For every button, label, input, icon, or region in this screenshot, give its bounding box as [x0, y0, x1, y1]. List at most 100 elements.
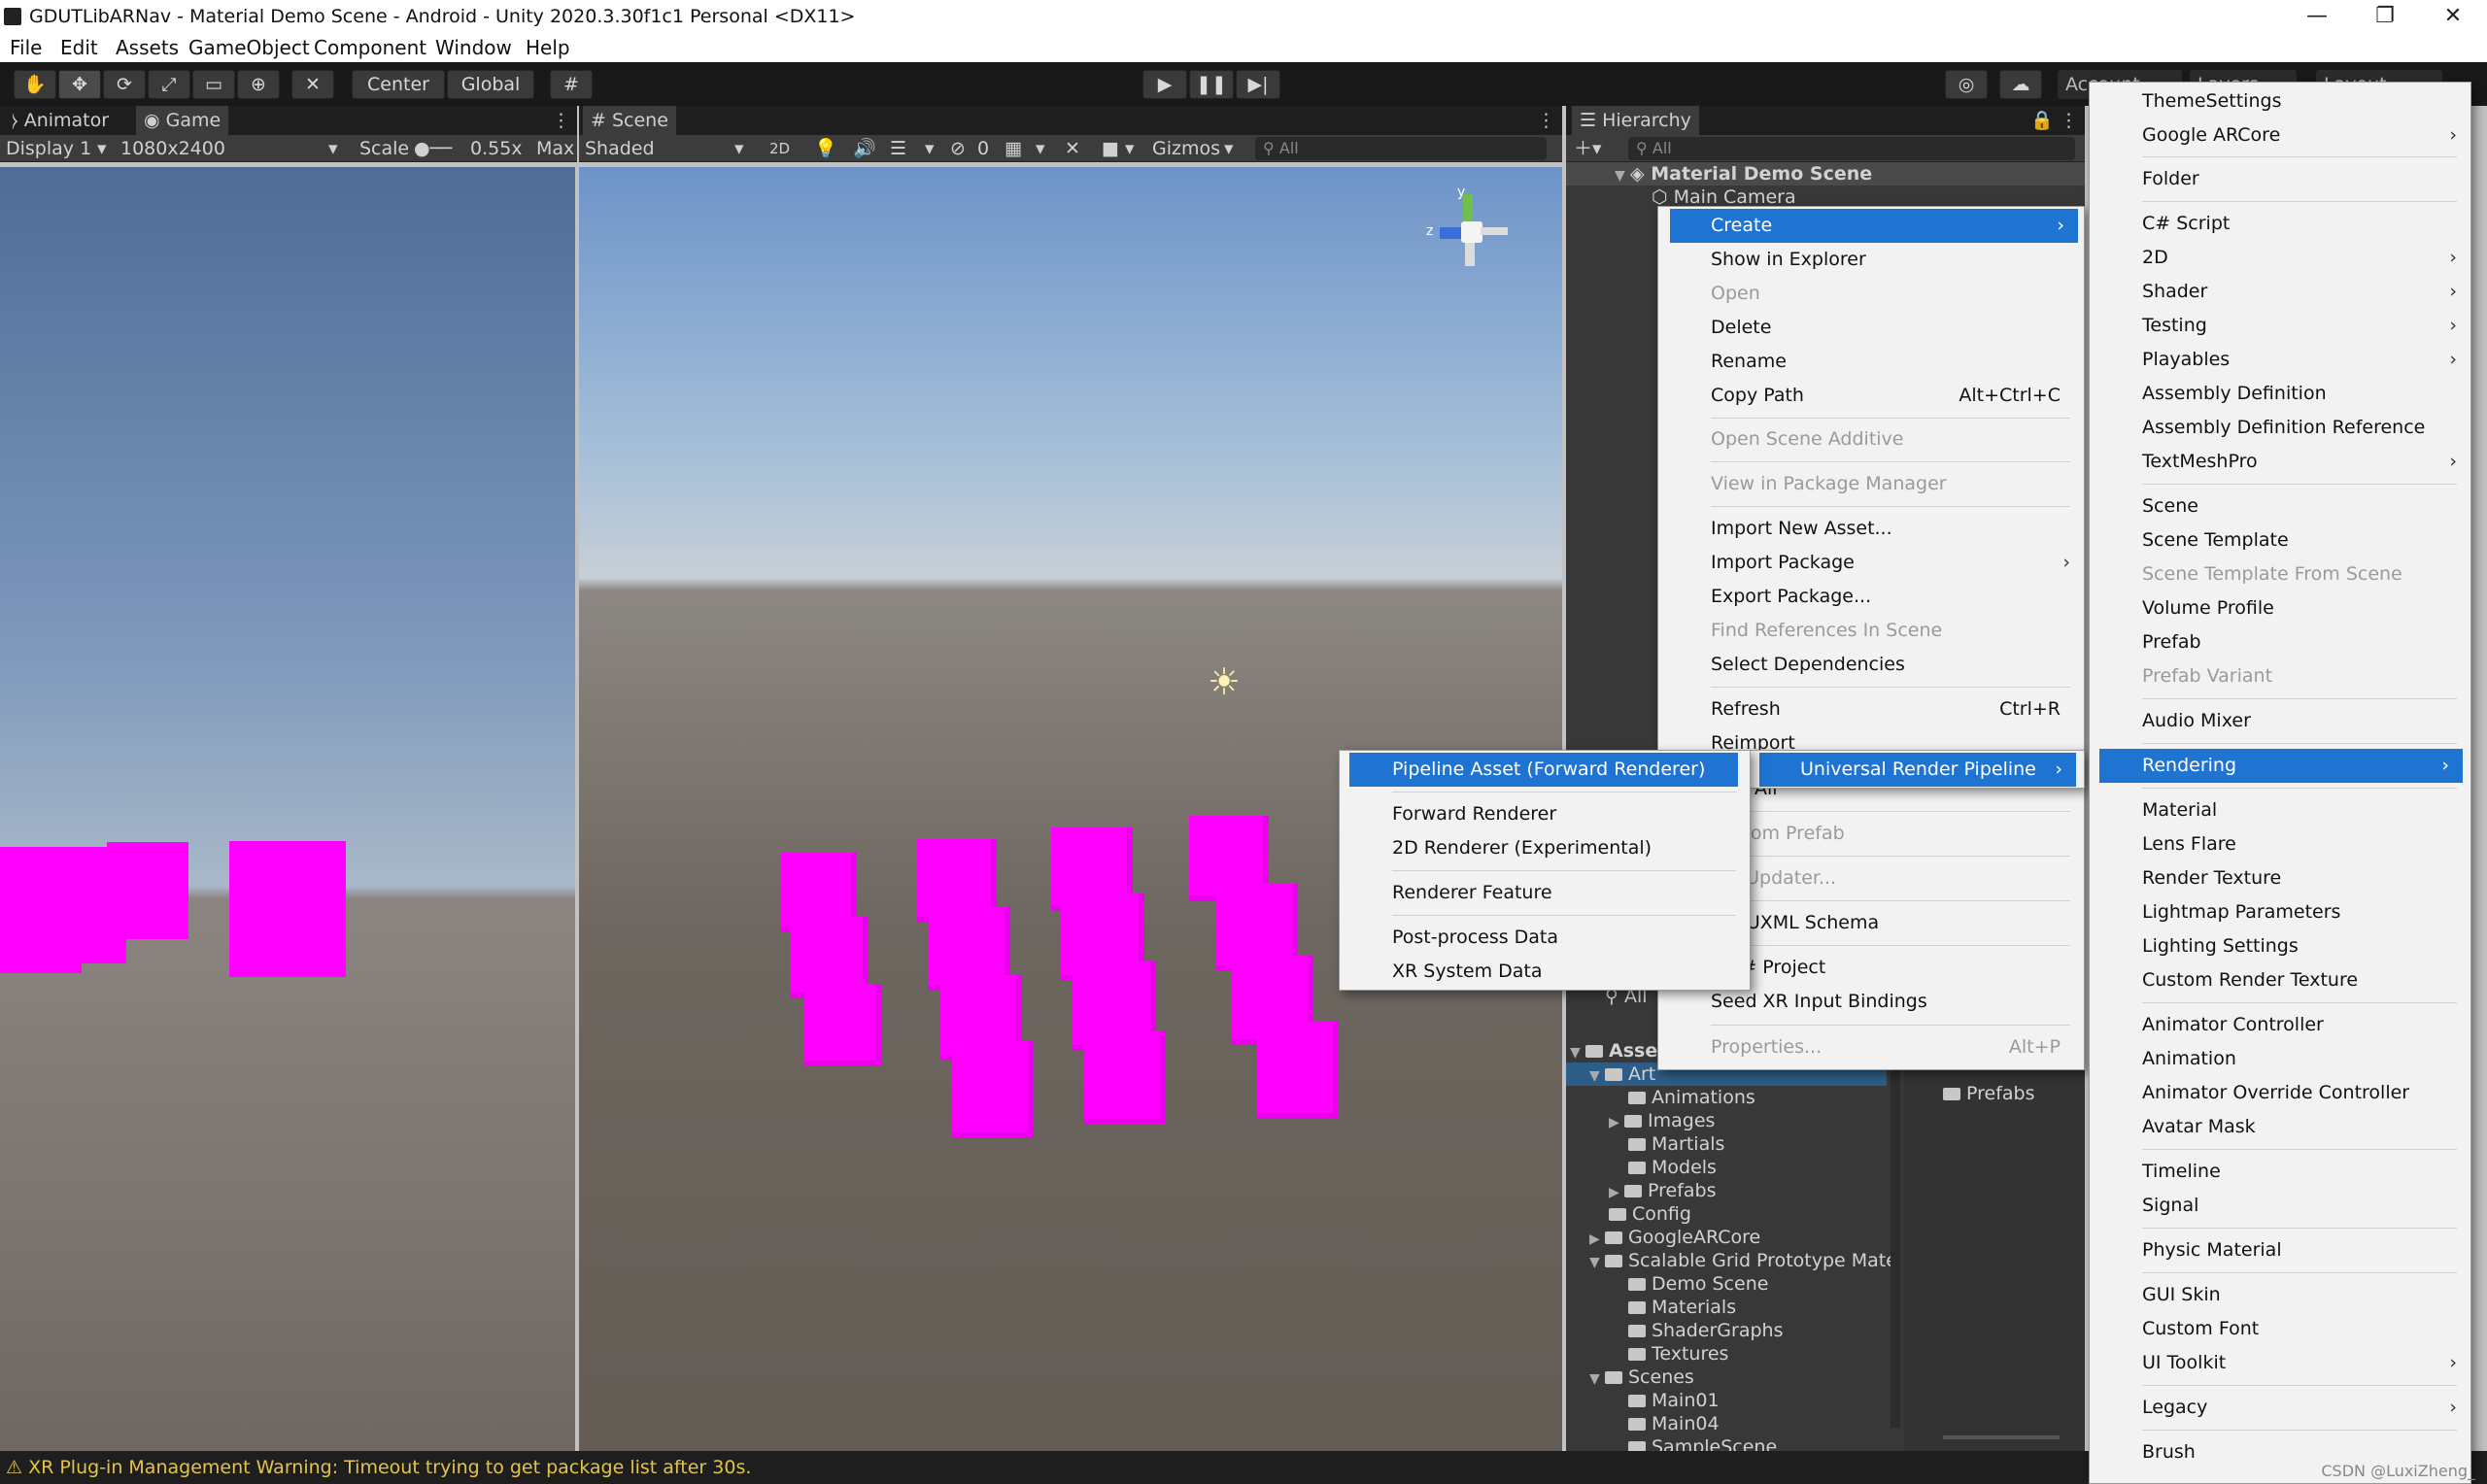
menu-item-textmeshpro[interactable]: TextMeshPro ›	[2090, 445, 2470, 479]
menu-item-export-package[interactable]: Export Package...	[1658, 580, 2084, 614]
rotate-tool-icon[interactable]: ⟳	[103, 70, 146, 99]
menu-item-folder[interactable]: Folder	[2090, 162, 2470, 196]
menu-edit[interactable]: Edit	[60, 33, 98, 62]
menu-item-refresh[interactable]: Refresh Ctrl+R	[1658, 692, 2084, 726]
maximize-toggle[interactable]: Max	[536, 135, 574, 162]
expand-arrow-icon[interactable]: ▼	[1570, 1041, 1585, 1064]
step-button[interactable]: ▶|	[1236, 70, 1280, 99]
menu-gameobject[interactable]: GameObject	[188, 33, 310, 62]
menu-item-lens-flare[interactable]: Lens Flare	[2090, 827, 2470, 861]
menu-window[interactable]: Window	[435, 33, 512, 62]
pause-button[interactable]: ❚❚	[1189, 70, 1234, 99]
menu-item-material[interactable]: Material	[2090, 793, 2470, 827]
menu-item-rename[interactable]: Rename	[1658, 345, 2084, 379]
create-plus-icon[interactable]: ＋▾	[1574, 135, 1602, 162]
menu-item-playables[interactable]: Playables ›	[2090, 343, 2470, 377]
menu-item-render-texture[interactable]: Render Texture	[2090, 861, 2470, 895]
menu-item-pipeline-asset[interactable]: Pipeline Asset (Forward Renderer)	[1349, 753, 1738, 787]
menu-item-forward-renderer[interactable]: Forward Renderer	[1340, 797, 1750, 831]
menu-item-import-new-asset[interactable]: Import New Asset...	[1658, 512, 2084, 546]
transform-tool-icon[interactable]: ⊕	[237, 70, 280, 99]
menu-item-post-process-data[interactable]: Post-process Data	[1340, 921, 1750, 955]
menu-item-custom-font[interactable]: Custom Font	[2090, 1312, 2470, 1346]
cloud-icon[interactable]: ☁	[1999, 70, 2042, 99]
menu-item-copy-path[interactable]: Copy Path Alt+Ctrl+C	[1658, 379, 2084, 413]
menu-item-universal-render-pipeline[interactable]: Universal Render Pipeline ›	[1759, 753, 2076, 787]
hierarchy-menu-icon[interactable]: ⋮	[2052, 106, 2086, 135]
gizmos-arrow-icon[interactable]: ▾	[1224, 135, 1234, 162]
menu-file[interactable]: File	[10, 33, 42, 62]
tab-animator[interactable]: ⧽ Animator	[4, 106, 117, 135]
menu-item-delete[interactable]: Delete	[1658, 311, 2084, 345]
menu-item-renderer-feature[interactable]: Renderer Feature	[1340, 876, 1750, 910]
grid-snap-icon[interactable]: #	[550, 70, 593, 99]
menu-item-create[interactable]: Create ›	[1670, 209, 2078, 243]
menu-item-shader[interactable]: Shader ›	[2090, 275, 2470, 309]
display-dropdown[interactable]: Display 1	[6, 135, 91, 162]
camera-arrow-icon[interactable]: ▾	[1125, 135, 1135, 162]
directional-light-icon[interactable]: ☀	[1205, 662, 1244, 701]
scale-slider[interactable]: ●──	[414, 135, 452, 162]
grid-arrow-icon[interactable]: ▾	[1036, 135, 1045, 162]
menu-item-lighting-settings[interactable]: Lighting Settings	[2090, 929, 2470, 963]
expand-arrow-icon[interactable]: ▼	[1589, 1367, 1605, 1391]
scale-tool-icon[interactable]: ⤢	[148, 70, 190, 99]
menu-item-import-package[interactable]: Import Package ›	[1658, 546, 2084, 580]
menu-item-ui-toolkit[interactable]: UI Toolkit ›	[2090, 1346, 2470, 1380]
camera-icon[interactable]: ■	[1102, 135, 1119, 162]
menu-item-testing[interactable]: Testing ›	[2090, 309, 2470, 343]
tab-game[interactable]: ◉ Game	[136, 106, 229, 135]
icon-size-slider[interactable]	[1943, 1435, 2060, 1439]
tab-scene[interactable]: # Scene	[583, 106, 676, 135]
menu-item-avatar-mask[interactable]: Avatar Mask	[2090, 1110, 2470, 1144]
menu-component[interactable]: Component	[314, 33, 426, 62]
menu-item-prefab-variant[interactable]: Prefab Variant	[2090, 659, 2470, 693]
minimize-button[interactable]: —	[2283, 0, 2351, 33]
tab-hierarchy[interactable]: ☰ Hierarchy	[1572, 106, 1699, 135]
menu-item-properties[interactable]: Properties... Alt+P	[1658, 1030, 2084, 1064]
effects-toggle-icon[interactable]: ☰	[890, 135, 906, 162]
pivot-center-button[interactable]: Center	[352, 70, 445, 99]
menu-item-assembly-definition-reference[interactable]: Assembly Definition Reference	[2090, 411, 2470, 445]
menu-item-timeline[interactable]: Timeline	[2090, 1155, 2470, 1189]
menu-item-xr-system-data[interactable]: XR System Data	[1340, 955, 1750, 989]
expand-arrow-icon[interactable]: ▶	[1609, 1181, 1624, 1204]
menu-item-open-scene-additive[interactable]: Open Scene Additive	[1658, 422, 2084, 456]
orientation-gizmo[interactable]: y z	[1424, 185, 1512, 274]
menu-item-select-dependencies[interactable]: Select Dependencies	[1658, 648, 2084, 682]
menu-item-legacy[interactable]: Legacy ›	[2090, 1391, 2470, 1425]
expand-arrow-icon[interactable]: ▶	[1609, 1111, 1624, 1134]
lighting-toggle-icon[interactable]: 💡	[814, 135, 837, 162]
project-tree-scrollbar[interactable]	[1891, 1020, 1900, 1428]
menu-help[interactable]: Help	[526, 33, 570, 62]
menu-item-show-in-explorer[interactable]: Show in Explorer	[1658, 243, 2084, 277]
menu-item-signal[interactable]: Signal	[2090, 1189, 2470, 1223]
effects-arrow-icon[interactable]: ▾	[925, 135, 935, 162]
resolution-dropdown[interactable]: 1080x2400	[120, 135, 225, 162]
menu-item-theme-settings[interactable]: ThemeSettings	[2090, 84, 2470, 118]
menu-item-scene[interactable]: Scene	[2090, 489, 2470, 523]
gizmos-button[interactable]: Gizmos	[1152, 135, 1220, 162]
menu-item-open[interactable]: Open	[1658, 277, 2084, 311]
hierarchy-search-input[interactable]: ⚲ All	[1628, 137, 2075, 160]
scene-root-row[interactable]: ▼ ◈ Material Demo Scene	[1566, 162, 2085, 186]
game-view[interactable]	[0, 167, 575, 1451]
menu-item-lightmap-parameters[interactable]: Lightmap Parameters	[2090, 895, 2470, 929]
expand-arrow-icon[interactable]: ▼	[1615, 164, 1630, 187]
asset-folder-item[interactable]: Prefabs	[1904, 1082, 2085, 1105]
menu-item-prefab[interactable]: Prefab	[2090, 625, 2470, 659]
collab-icon[interactable]: ◎	[1945, 70, 1988, 99]
menu-item-animator-override-controller[interactable]: Animator Override Controller	[2090, 1076, 2470, 1110]
play-button[interactable]: ▶	[1142, 70, 1187, 99]
panel-menu-icon[interactable]: ⋮	[544, 106, 578, 135]
tools-icon[interactable]: ✕	[1065, 135, 1080, 162]
expand-arrow-icon[interactable]: ▶	[1589, 1228, 1605, 1251]
shading-dropdown[interactable]: Shaded	[585, 135, 655, 162]
menu-item-assembly-definition[interactable]: Assembly Definition	[2090, 377, 2470, 411]
hand-tool-icon[interactable]: ✋	[14, 70, 56, 99]
menu-item-2d[interactable]: 2D ›	[2090, 241, 2470, 275]
menu-item-scene-template[interactable]: Scene Template	[2090, 523, 2470, 557]
expand-arrow-icon[interactable]: ▼	[1589, 1251, 1605, 1274]
menu-item-2d-renderer[interactable]: 2D Renderer (Experimental)	[1340, 831, 1750, 865]
menu-item-csharp-script[interactable]: C# Script	[2090, 207, 2470, 241]
